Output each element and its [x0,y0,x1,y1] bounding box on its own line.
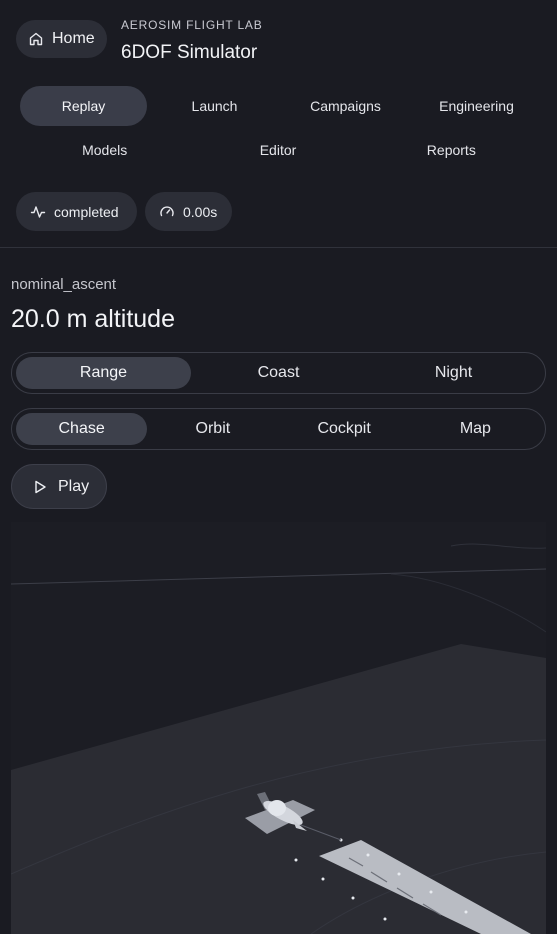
gauge-icon [160,205,174,216]
app-header: Home AEROSIM FLIGHT LAB 6DOF Simulator R… [0,0,557,247]
home-button[interactable]: Home [16,20,107,58]
play-button[interactable]: Play [11,464,107,509]
nav-tab-reports[interactable]: Reports [365,132,538,168]
header-divider [0,247,557,248]
environment-selector: Range Coast Night [11,352,546,394]
sim-time-badge: 0.00s [145,192,232,231]
nav-tab-engineering[interactable]: Engineering [413,86,540,126]
primary-nav: Replay Launch Campaigns Engineering [20,86,540,126]
nav-tab-launch[interactable]: Launch [151,86,278,126]
camera-option-map[interactable]: Map [410,413,541,445]
env-option-range[interactable]: Range [16,357,191,389]
home-icon [29,32,43,46]
sim-time-text: 0.00s [183,203,218,220]
status-text: completed [54,203,119,220]
secondary-nav: Models Editor Reports [18,132,538,168]
nav-tab-replay[interactable]: Replay [20,86,147,126]
env-option-coast[interactable]: Coast [191,357,366,389]
altitude-readout: 20.0 m altitude [11,305,175,333]
camera-option-orbit[interactable]: Orbit [147,413,278,445]
activity-icon [30,205,46,218]
run-name: nominal_ascent [11,276,117,293]
simulation-viewport[interactable] [11,522,546,934]
app-title: 6DOF Simulator [121,42,258,63]
camera-selector: Chase Orbit Cockpit Map [11,408,546,450]
camera-option-chase[interactable]: Chase [16,413,148,445]
scene-render [11,522,546,934]
env-option-night[interactable]: Night [366,357,541,389]
home-label: Home [52,30,95,47]
status-badge: completed [16,192,137,231]
camera-option-cockpit[interactable]: Cockpit [279,413,410,445]
play-label: Play [58,477,90,495]
play-icon [35,480,46,493]
nav-tab-models[interactable]: Models [18,132,191,168]
nav-tab-editor[interactable]: Editor [191,132,364,168]
brand-subtitle: AEROSIM FLIGHT LAB [121,18,263,32]
nav-tab-campaigns[interactable]: Campaigns [282,86,409,126]
